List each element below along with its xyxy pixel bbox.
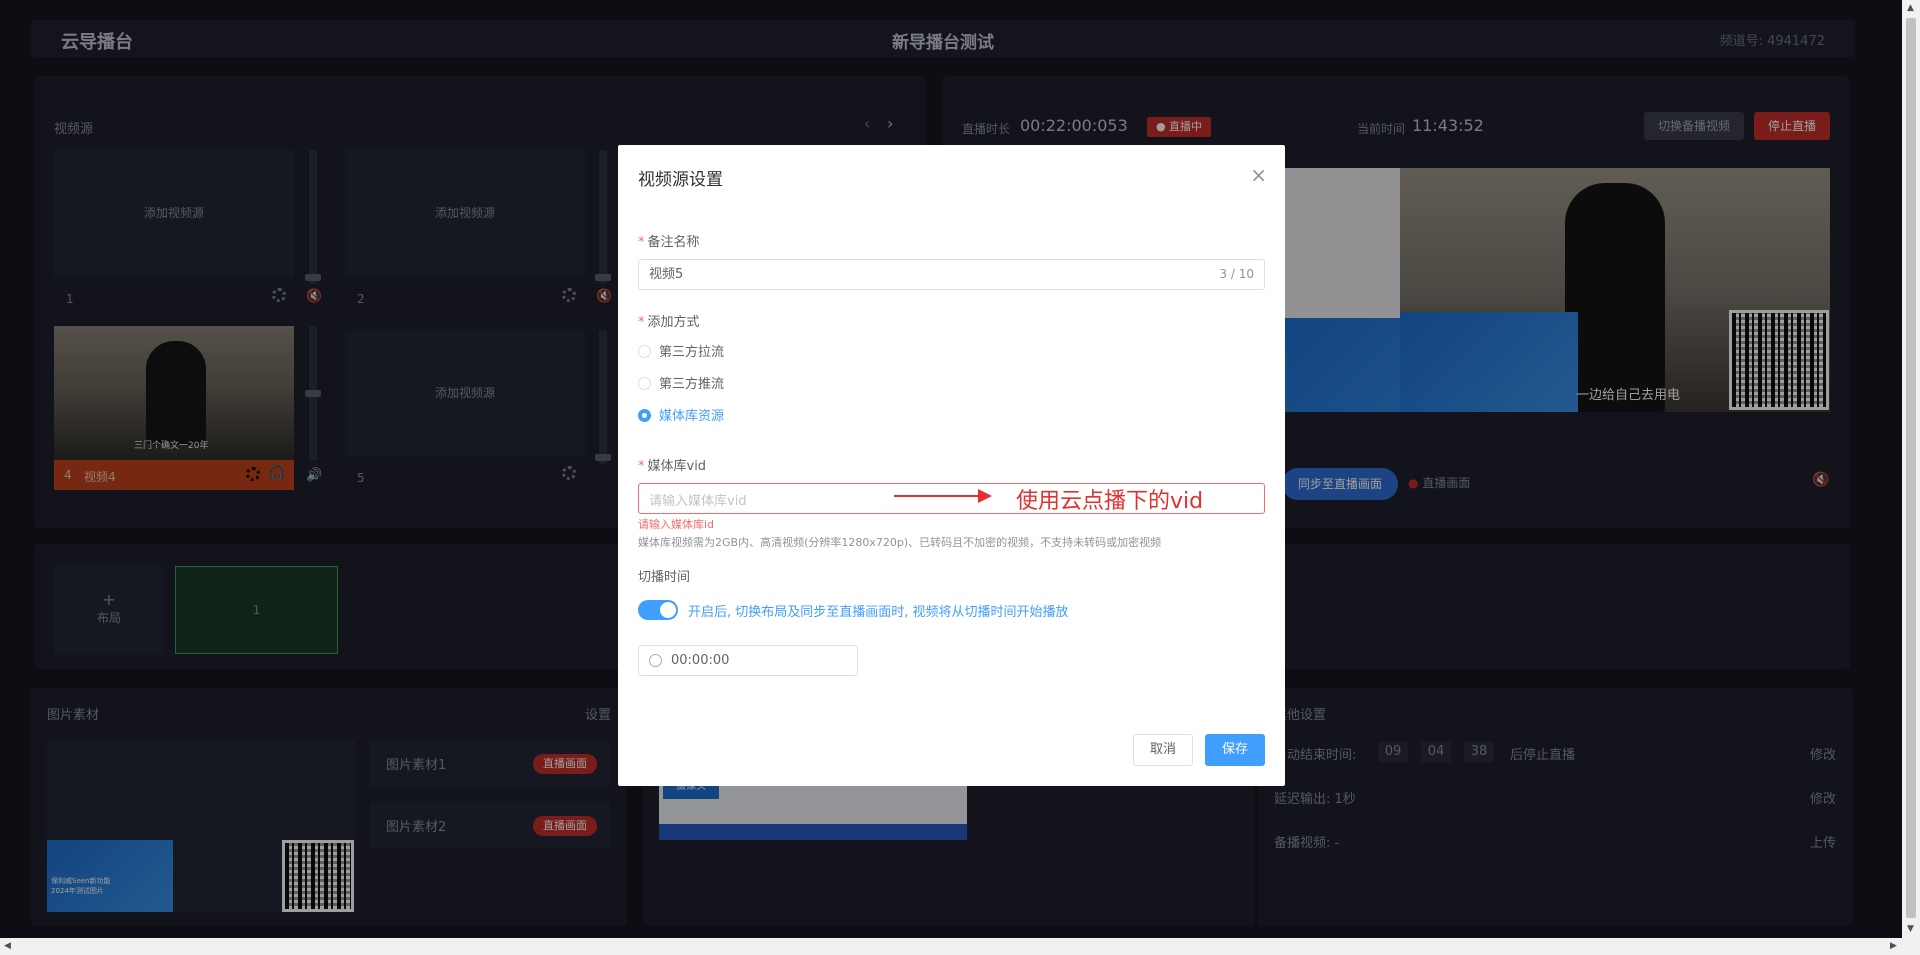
scrollbar-thumb[interactable] bbox=[1906, 18, 1916, 918]
radio-label: 第三方推流 bbox=[659, 377, 725, 392]
name-label: * 备注名称 bbox=[638, 235, 700, 250]
vid-error: 请输入媒体库id bbox=[638, 518, 715, 531]
name-label-text: 备注名称 bbox=[647, 235, 700, 250]
clock-icon bbox=[649, 654, 662, 667]
vid-hint: 媒体库视频需为2GB内、高清视频(分辨率1280x720p)、已转码且不加密的视… bbox=[638, 536, 1162, 549]
annotation-arrow bbox=[894, 495, 982, 497]
annotation-arrowhead-icon bbox=[978, 489, 992, 503]
time-value: 00:00:00 bbox=[671, 653, 730, 668]
close-icon[interactable]: × bbox=[1250, 163, 1267, 187]
radio-third-party-pull[interactable]: 第三方拉流 bbox=[638, 345, 724, 361]
scroll-right-icon[interactable]: ▶ bbox=[1890, 941, 1897, 951]
vertical-scrollbar[interactable]: ▲ ▼ bbox=[1902, 0, 1920, 938]
method-label: * 添加方式 bbox=[638, 315, 700, 330]
scroll-down-icon[interactable]: ▼ bbox=[1907, 924, 1914, 934]
switch-time-description: 开启后, 切换布局及同步至直播画面时, 视频将从切播时间开始播放 bbox=[688, 605, 1069, 620]
vid-label: * 媒体库vid bbox=[638, 459, 707, 474]
director-app: 云导播台 新导播台测试 频道号: 4941472 视频源 ‹ › 添加视频源 1… bbox=[0, 0, 1902, 938]
radio-circle-icon bbox=[638, 409, 651, 422]
annotation-text: 使用云点播下的vid bbox=[1016, 489, 1204, 514]
vid-label-text: 媒体库vid bbox=[647, 459, 707, 474]
name-counter: 3 / 10 bbox=[1219, 267, 1254, 281]
radio-third-party-push[interactable]: 第三方推流 bbox=[638, 377, 724, 393]
radio-label: 第三方拉流 bbox=[659, 345, 725, 360]
horizontal-scrollbar[interactable]: ◀ ▶ bbox=[0, 938, 1920, 955]
vid-input-placeholder: 请输入媒体库vid bbox=[649, 494, 747, 509]
radio-label: 媒体库资源 bbox=[659, 409, 725, 424]
name-input[interactable]: 视频5 3 / 10 bbox=[638, 259, 1265, 290]
switch-time-toggle[interactable] bbox=[638, 600, 678, 620]
scroll-up-icon[interactable]: ▲ bbox=[1907, 3, 1914, 13]
radio-circle-icon bbox=[638, 377, 651, 390]
radio-circle-icon bbox=[638, 345, 651, 358]
dialog-title: 视频源设置 bbox=[638, 170, 723, 190]
video-source-settings-dialog: 视频源设置 × * 备注名称 视频5 3 / 10 * 添加方式 第三方拉流 第三方… bbox=[618, 145, 1285, 786]
switch-time-label: 切播时间 bbox=[638, 570, 691, 585]
name-input-value: 视频5 bbox=[649, 267, 684, 282]
save-button[interactable]: 保存 bbox=[1205, 734, 1265, 766]
method-label-text: 添加方式 bbox=[647, 315, 700, 330]
switch-time-picker[interactable]: 00:00:00 bbox=[638, 645, 858, 676]
scroll-left-icon[interactable]: ◀ bbox=[4, 941, 11, 951]
cancel-button[interactable]: 取消 bbox=[1133, 734, 1193, 766]
radio-media-library[interactable]: 媒体库资源 bbox=[638, 409, 724, 425]
